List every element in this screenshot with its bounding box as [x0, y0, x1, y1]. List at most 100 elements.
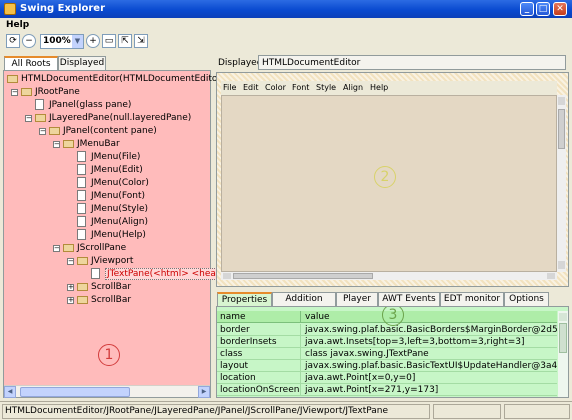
close-button[interactable]: ✕ [553, 2, 567, 16]
tree-node[interactable]: JMenu(Style) [4, 203, 210, 215]
properties-vertical-scrollbar[interactable] [558, 311, 568, 397]
tree-node[interactable]: JTextPane(<html> <head> [4, 268, 232, 280]
tree-node[interactable]: JMenu(File) [4, 151, 210, 163]
preview-horizontal-scrollbar[interactable] [221, 272, 557, 280]
tree-node-label: JLayeredPane(null.layeredPane) [49, 113, 192, 123]
tree-node-label: JViewport [91, 256, 134, 266]
component-icon [77, 229, 86, 240]
maximize-button[interactable]: □ [536, 2, 550, 16]
chevron-down-icon: ▼ [72, 35, 83, 48]
preview-menu-align[interactable]: Align [343, 82, 363, 94]
table-row[interactable]: locationOnScreen java.awt.Point[x=271,y=1… [217, 384, 557, 396]
properties-table[interactable]: name value 3 border javax.swing.plaf.basi… [216, 306, 569, 398]
scroll-down-button[interactable] [558, 261, 565, 269]
scroll-left-button[interactable]: ◀ [4, 386, 16, 398]
tree-node[interactable]: − JRootPane [4, 86, 210, 98]
tree-node[interactable]: JPanel(glass pane) [4, 99, 210, 111]
tab-options[interactable]: Options [504, 292, 549, 307]
scroll-right-button[interactable] [547, 273, 555, 279]
tab-all-roots[interactable]: All Roots [4, 56, 58, 71]
tree-toggle-icon[interactable]: − [25, 115, 32, 122]
preview-menu-file[interactable]: File [223, 82, 236, 94]
table-row[interactable]: layout javax.swing.plaf.basic.BasicTextUI… [217, 360, 557, 372]
scroll-thumb[interactable] [558, 109, 565, 149]
tab-displayed[interactable]: Displayed [58, 56, 106, 71]
tree-node[interactable]: − JPanel(content pane) [4, 125, 210, 137]
tree-toggle-icon[interactable]: + [67, 284, 74, 291]
annotation-circle-3: 3 [382, 307, 404, 326]
component-tree[interactable]: HTMLDocumentEditor(HTMLDocumentEditor) − J… [3, 70, 232, 398]
column-header-value[interactable]: value [302, 311, 557, 323]
table-row[interactable]: borderInsets java.awt.Insets[top=3,left=3… [217, 336, 557, 348]
scroll-up-button[interactable] [558, 97, 565, 105]
tree-node[interactable]: JMenu(Edit) [4, 164, 210, 176]
tab-properties[interactable]: Properties [217, 292, 272, 307]
component-icon [77, 164, 86, 175]
scroll-thumb[interactable] [20, 387, 130, 397]
preview-menu-help[interactable]: Help [370, 82, 388, 94]
property-name: class [217, 348, 301, 360]
annotation-circle-2: 2 [374, 166, 396, 188]
tree-toggle-icon[interactable]: − [11, 89, 18, 96]
property-name: location [217, 372, 301, 384]
tree-toggle-icon[interactable]: + [67, 297, 74, 304]
table-row[interactable]: border javax.swing.plaf.basic.BasicBorder… [217, 324, 557, 336]
expand-icon[interactable]: ⇲ [134, 34, 148, 48]
scroll-right-button[interactable]: ▶ [198, 386, 210, 398]
tree-node[interactable]: HTMLDocumentEditor(HTMLDocumentEditor) [4, 73, 225, 85]
tree-node[interactable]: + ScrollBar [4, 294, 210, 306]
table-row[interactable]: location java.awt.Point[x=0,y=0] [217, 372, 557, 384]
table-header: name value 3 [217, 307, 557, 326]
table-row[interactable]: class class javax.swing.JTextPane [217, 348, 557, 360]
scroll-thumb[interactable] [233, 273, 373, 279]
tree-node[interactable]: − JMenuBar [4, 138, 210, 150]
export-icon[interactable]: ⇱ [118, 34, 132, 48]
title-bar: Swing Explorer _ □ ✕ [0, 0, 572, 18]
tree-node-label: JPanel(glass pane) [49, 100, 132, 110]
tree-horizontal-scrollbar[interactable]: ◀ ▶ [4, 385, 210, 398]
tree-toggle-icon[interactable]: − [67, 258, 74, 265]
displayed-field: HTMLDocumentEditor [258, 55, 566, 70]
preview-panel[interactable]: File Edit Color Font Style Align Help 2 [216, 72, 569, 287]
preview-vertical-scrollbar[interactable] [557, 95, 566, 272]
split-divider[interactable] [211, 56, 215, 398]
zoom-in-icon[interactable]: + [86, 34, 100, 48]
component-icon [91, 268, 100, 279]
tree-node-label: JMenu(File) [91, 152, 141, 162]
zoom-select[interactable]: 100% ▼ [40, 34, 84, 49]
menu-help[interactable]: Help [6, 19, 29, 31]
print-icon[interactable]: ▭ [102, 34, 116, 48]
tree-node[interactable]: JMenu(Color) [4, 177, 210, 189]
status-segment [504, 404, 570, 419]
tree-node[interactable]: JMenu(Align) [4, 216, 210, 228]
preview-menu-style[interactable]: Style [316, 82, 336, 94]
tab-addition-trace[interactable]: Addition trace [272, 292, 336, 317]
component-icon [77, 177, 86, 188]
scroll-up-button[interactable] [559, 313, 567, 321]
tree-node[interactable]: + ScrollBar [4, 281, 210, 293]
tree-node-label: HTMLDocumentEditor(HTMLDocumentEditor) [21, 74, 225, 84]
tree-node[interactable]: − JScrollPane [4, 242, 210, 254]
column-header-name[interactable]: name [217, 311, 301, 323]
preview-menu-bar: File Edit Color Font Style Align Help [221, 81, 557, 95]
preview-menu-font[interactable]: Font [292, 82, 309, 94]
property-value: java.awt.Point[x=271,y=173] [305, 385, 439, 395]
tree-toggle-icon[interactable]: − [53, 141, 60, 148]
preview-menu-edit[interactable]: Edit [243, 82, 259, 94]
tab-edt-monitor[interactable]: EDT monitor [440, 292, 504, 307]
minimize-button[interactable]: _ [520, 2, 534, 16]
tab-awt-events[interactable]: AWT Events [378, 292, 440, 307]
preview-menu-color[interactable]: Color [265, 82, 286, 94]
tree-node[interactable]: JMenu(Help) [4, 229, 210, 241]
zoom-out-icon[interactable]: − [22, 34, 36, 48]
tree-node[interactable]: − JViewport [4, 255, 210, 267]
refresh-icon[interactable]: ⟳ [6, 34, 20, 48]
scroll-thumb[interactable] [559, 323, 567, 353]
tree-toggle-icon[interactable]: − [39, 128, 46, 135]
tree-node[interactable]: JMenu(Font) [4, 190, 210, 202]
tree-node[interactable]: − JLayeredPane(null.layeredPane) [4, 112, 210, 124]
tree-toggle-icon[interactable]: − [53, 245, 60, 252]
scroll-left-button[interactable] [223, 273, 231, 279]
tab-player[interactable]: Player [336, 292, 378, 307]
text-pane-preview[interactable]: 2 [221, 95, 557, 272]
